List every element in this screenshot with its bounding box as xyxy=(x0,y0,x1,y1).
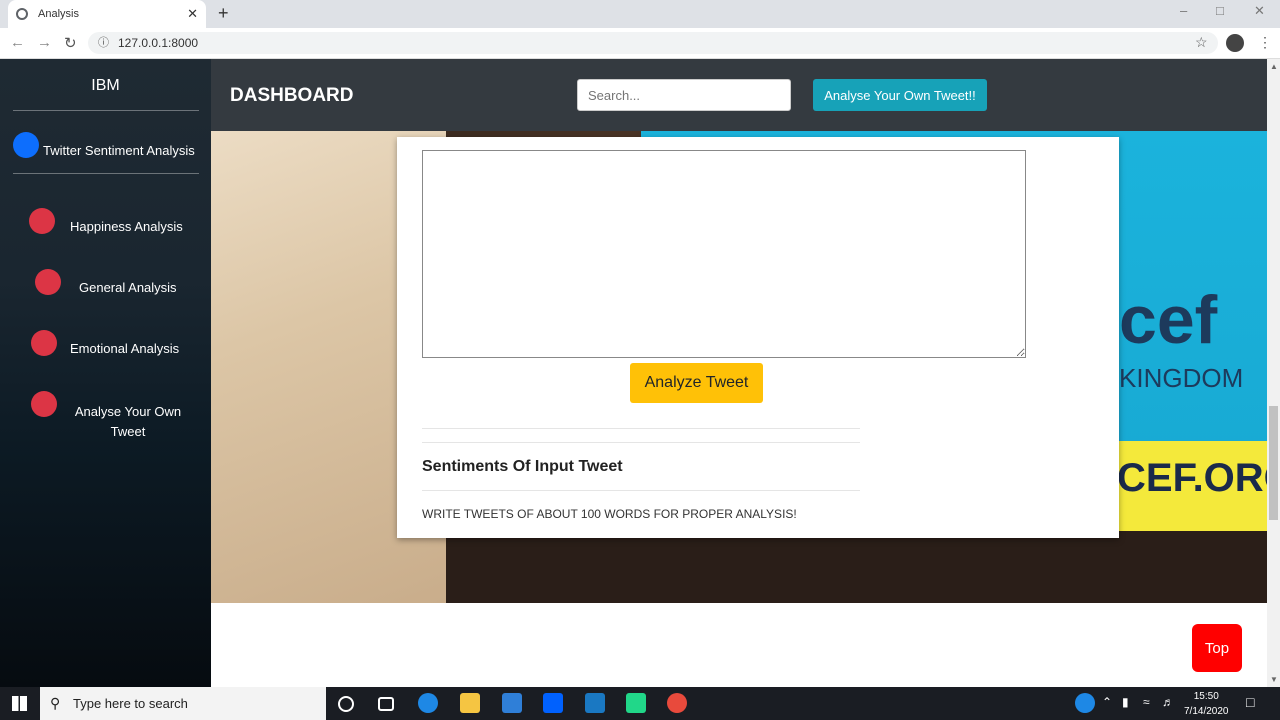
edge-icon[interactable] xyxy=(418,693,438,713)
scroll-down-icon[interactable]: ▼ xyxy=(1270,675,1278,684)
sidebar-item-emotional[interactable]: Emotional Analysis xyxy=(70,341,179,356)
status-dot-icon xyxy=(13,132,39,158)
forward-icon[interactable]: → xyxy=(37,34,52,51)
wifi-icon[interactable]: ≈ xyxy=(1143,695,1150,709)
analysis-hint: WRITE TWEETS OF ABOUT 100 WORDS FOR PROP… xyxy=(422,507,797,521)
page-title: DASHBOARD xyxy=(230,85,354,106)
analyze-tweet-button[interactable]: Analyze Tweet xyxy=(630,363,763,403)
maximize-icon[interactable]: □ xyxy=(1216,3,1224,18)
status-dot-icon xyxy=(29,208,55,234)
back-icon[interactable]: ← xyxy=(10,34,25,51)
task-view-icon[interactable] xyxy=(378,697,394,711)
sidebar-item-own-tweet[interactable]: Analyse Your Own Tweet xyxy=(70,402,186,442)
sidebar-item-general[interactable]: General Analysis xyxy=(79,280,177,295)
status-dot-icon xyxy=(31,391,57,417)
url-text: 127.0.0.1:8000 xyxy=(118,36,199,50)
notification-icon[interactable]: □ xyxy=(1246,694,1254,710)
info-icon[interactable]: ⓘ xyxy=(98,32,109,54)
sidebar-header-item[interactable]: Twitter Sentiment Analysis xyxy=(43,143,195,158)
status-dot-icon xyxy=(35,269,61,295)
windows-start-icon[interactable] xyxy=(12,696,27,711)
clock-time: 15:50 xyxy=(1193,691,1219,702)
scroll-top-button[interactable]: Top xyxy=(1192,624,1242,672)
top-navbar: DASHBOARD Analyse Your Own Tweet!! xyxy=(211,59,1267,131)
scroll-up-icon[interactable]: ▲ xyxy=(1270,62,1278,71)
battery-icon[interactable]: ▮ xyxy=(1122,695,1129,709)
divider xyxy=(422,442,860,443)
banner-text-cef: cef xyxy=(1119,282,1218,358)
window-close-icon[interactable]: ✕ xyxy=(1254,3,1265,19)
divider xyxy=(422,428,860,429)
search-icon: ⚲ xyxy=(50,695,61,711)
profile-avatar[interactable] xyxy=(1226,34,1244,52)
taskbar-search[interactable]: ⚲ Type here to search xyxy=(40,687,326,720)
sidebar-divider xyxy=(13,173,199,174)
brand-title: IBM xyxy=(91,77,120,94)
sentiments-heading: Sentiments Of Input Tweet xyxy=(422,458,623,475)
taskbar: ⚲ Type here to search ⌃ ▮ ≈ ♬ 15:50 7/14… xyxy=(0,687,1280,720)
tab-title: Analysis xyxy=(38,8,79,20)
sidebar: IBM Twitter Sentiment Analysis Happiness… xyxy=(0,59,211,687)
clock-date: 7/14/2020 xyxy=(1184,706,1229,717)
bookmark-star-icon[interactable]: ☆ xyxy=(1195,34,1208,51)
vertical-scrollbar[interactable]: ▲ ▼ xyxy=(1267,59,1280,687)
scrollbar-thumb[interactable] xyxy=(1269,406,1278,520)
url-field[interactable]: ⓘ 127.0.0.1:8000 xyxy=(88,32,1218,54)
mail-icon[interactable] xyxy=(502,693,522,713)
dark-floor-strip xyxy=(446,531,1267,603)
sidebar-item-happiness[interactable]: Happiness Analysis xyxy=(70,219,183,234)
address-bar-row: ← → ↻ ⓘ 127.0.0.1:8000 ☆ xyxy=(0,28,1280,59)
banner-text-kingdom: KINGDOM xyxy=(1119,363,1244,393)
status-dot-icon xyxy=(31,330,57,356)
system-clock[interactable]: 15:50 7/14/2020 xyxy=(1184,689,1229,719)
sidebar-divider xyxy=(13,110,199,111)
browser-menu-icon[interactable]: ⋮ xyxy=(1258,34,1272,51)
reload-icon[interactable]: ↻ xyxy=(64,34,77,52)
banner-text-unicef-org: CEF.ORG. xyxy=(1117,456,1267,500)
analyse-own-tweet-button[interactable]: Analyse Your Own Tweet!! xyxy=(813,79,987,111)
tray-chevron-icon[interactable]: ⌃ xyxy=(1102,695,1112,709)
cortana-icon[interactable] xyxy=(338,696,354,712)
close-tab-icon[interactable]: ✕ xyxy=(187,6,198,22)
browser-tab[interactable]: Analysis ✕ xyxy=(8,0,206,28)
taskbar-search-text: Type here to search xyxy=(73,696,188,711)
tweet-analysis-card: Analyze Tweet Sentiments Of Input Tweet … xyxy=(397,137,1119,538)
browser-tab-bar: Analysis ✕ + – □ ✕ xyxy=(0,0,1280,28)
minimize-icon[interactable]: – xyxy=(1180,3,1187,18)
vscode-icon[interactable] xyxy=(585,693,605,713)
volume-icon[interactable]: ♬ xyxy=(1162,695,1174,709)
divider xyxy=(422,490,860,491)
new-tab-button[interactable]: + xyxy=(218,3,229,24)
dropbox-icon[interactable] xyxy=(543,693,563,713)
pycharm-icon[interactable] xyxy=(626,693,646,713)
search-input[interactable] xyxy=(577,79,791,111)
tweet-textarea[interactable] xyxy=(422,150,1026,358)
chrome-icon[interactable] xyxy=(667,693,687,713)
help-icon[interactable] xyxy=(1075,693,1095,713)
file-explorer-icon[interactable] xyxy=(460,693,480,713)
globe-icon xyxy=(16,8,28,20)
